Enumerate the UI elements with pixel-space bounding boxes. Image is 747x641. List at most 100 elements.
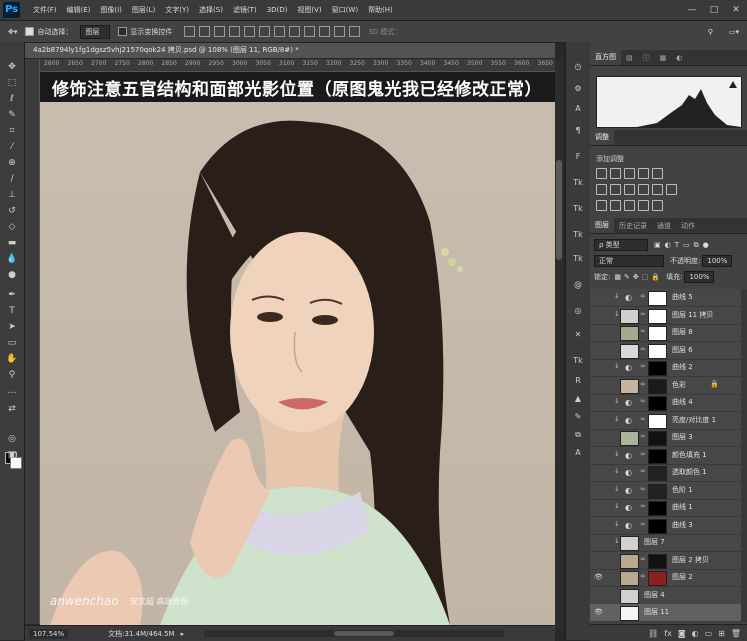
eyedropper-tool-icon[interactable]: ⁄ [4, 140, 20, 154]
distribute-left-icon[interactable] [319, 26, 331, 37]
menu-item[interactable]: 帮助(H) [363, 5, 398, 15]
menu-item[interactable]: 3D(D) [262, 6, 293, 14]
layer-thumbnail[interactable] [620, 588, 639, 604]
add-mask-icon[interactable]: ◙ [678, 629, 686, 638]
layer-thumbnail[interactable] [620, 326, 639, 341]
more-tools-icon[interactable]: … [4, 384, 20, 398]
visibility-eye-icon[interactable] [594, 293, 602, 301]
quick-select-tool-icon[interactable]: ✎ [4, 108, 20, 122]
layer-thumbnail[interactable] [620, 536, 639, 551]
layer-thumbnail[interactable] [620, 571, 639, 586]
clone-stamp-tool-icon[interactable]: ⊥ [4, 188, 20, 202]
spiral-panel-icon[interactable]: @ [570, 278, 586, 292]
tools-cross-panel-icon[interactable]: ✕ [570, 328, 586, 342]
layer-row[interactable]: ↓ ◐ ∞ 选取颜色 1 [590, 464, 741, 482]
layer-mask-thumbnail[interactable] [648, 343, 667, 359]
align-vcenter-icon[interactable] [199, 26, 211, 37]
layer-row[interactable]: ∞ 图层 8 [590, 324, 741, 342]
visibility-eye-icon[interactable] [594, 328, 602, 336]
levels-adjust-icon[interactable] [610, 168, 621, 179]
mask-link-icon[interactable]: ∞ [640, 380, 646, 388]
move-tool-icon[interactable]: ✥▾ [8, 28, 17, 36]
healing-brush-tool-icon[interactable]: ⊕ [4, 156, 20, 170]
layer-filter-dropdown[interactable]: ρ 类型 [594, 239, 648, 251]
gradient-tool-icon[interactable]: ▬ [4, 236, 20, 250]
layer-row[interactable]: 图层 4 [590, 587, 741, 605]
visibility-eye-icon[interactable] [594, 503, 602, 511]
visibility-eye-icon[interactable] [594, 381, 602, 389]
canvas-vertical-scroll-thumb[interactable] [556, 160, 562, 260]
tab-navigator-icon[interactable]: ▤ [621, 54, 638, 62]
3d-panel-icon[interactable]: ▲ [570, 392, 586, 406]
zoom-field[interactable]: 107.54% [29, 628, 69, 639]
tab-history[interactable]: 历史记录 [614, 221, 652, 231]
visibility-eye-icon[interactable] [594, 363, 602, 371]
tk-color-panel-icon[interactable]: Tk [570, 202, 586, 216]
layer-thumbnail[interactable] [620, 343, 639, 359]
layer-mask-thumbnail[interactable] [648, 361, 667, 376]
visibility-eye-icon[interactable] [594, 451, 602, 459]
layer-mask-thumbnail[interactable] [648, 501, 667, 516]
paragraph-panel-icon[interactable]: ¶ [570, 124, 586, 138]
mask-link-icon[interactable]: ∞ [640, 415, 646, 423]
threshold-adjust-icon[interactable] [624, 200, 635, 211]
new-adjustment-icon[interactable]: ◐ [692, 629, 699, 638]
layer-style-icon[interactable]: fx [664, 629, 672, 638]
layer-row[interactable]: ↓ ◐ ∞ 亮度/对比度 1 [590, 412, 741, 430]
tk-panel-icon[interactable]: Tk [570, 176, 586, 190]
pen-tool-icon[interactable]: ✒ [4, 288, 20, 302]
layer-mask-thumbnail[interactable] [648, 483, 667, 499]
lock-transparency-icon[interactable]: ▦ [614, 273, 621, 281]
filter-shape-icon[interactable]: ▭ [683, 241, 690, 249]
auto-select-target-dropdown[interactable]: 图层 [80, 24, 111, 39]
layer-row[interactable]: ↓ ∞ 图层 11 拷贝 [590, 307, 741, 325]
menu-item[interactable]: 滤镜(T) [228, 5, 262, 15]
opacity-field[interactable]: 100% [702, 255, 733, 267]
quick-mask-icon[interactable]: ◎ [4, 432, 20, 446]
visibility-eye-icon[interactable] [594, 346, 602, 354]
path-select-tool-icon[interactable]: ➤ [4, 320, 20, 334]
r-panel-icon[interactable]: R [570, 374, 586, 388]
new-layer-icon[interactable]: ⊞ [718, 629, 725, 638]
visibility-eye-icon[interactable] [594, 486, 602, 494]
filter-pixel-icon[interactable]: ▣ [654, 241, 661, 249]
canvas-vertical-scrollbar[interactable] [555, 59, 563, 629]
dodge-tool-icon[interactable]: ● [4, 268, 20, 282]
new-group-icon[interactable]: ▭ [705, 629, 713, 638]
layer-thumbnail[interactable] [620, 308, 639, 324]
mask-link-icon[interactable]: ∞ [640, 310, 646, 318]
filter-type-icon[interactable]: T [675, 241, 679, 249]
search-icon[interactable]: ⚲ [708, 28, 713, 36]
mask-link-icon[interactable]: ∞ [640, 432, 646, 440]
layer-thumbnail[interactable] [620, 553, 639, 569]
layer-row[interactable]: ↓ 图层 7 [590, 534, 741, 552]
mask-link-icon[interactable]: ∞ [640, 572, 646, 580]
hue-adjust-icon[interactable] [596, 184, 607, 195]
menu-item[interactable]: 窗口(W) [327, 5, 363, 15]
curves-adjust-icon[interactable] [624, 168, 635, 179]
tab-color-icon[interactable]: ◐ [671, 54, 687, 62]
layer-row[interactable]: ∞ 图层 2 拷贝 [590, 552, 741, 570]
layer-mask-thumbnail[interactable] [648, 431, 667, 446]
mask-link-icon[interactable]: ∞ [640, 555, 646, 563]
visibility-eye-icon[interactable]: 👁 [594, 573, 603, 581]
mask-link-icon[interactable]: ∞ [640, 485, 646, 493]
type-tool-icon[interactable]: T [4, 304, 20, 318]
mask-link-icon[interactable]: ∞ [640, 327, 646, 335]
tab-actions[interactable]: 动作 [676, 221, 700, 231]
document-canvas[interactable]: 修饰注意五官结构和面部光影位置（原图鬼光我已经修改正常） anwenchao 安… [40, 72, 555, 625]
lock-artboard-icon[interactable]: ⬚ [642, 273, 649, 281]
layer-mask-thumbnail[interactable] [648, 396, 667, 411]
align-bottom-icon[interactable] [214, 26, 226, 37]
canvas-horizontal-scroll-thumb[interactable] [334, 631, 395, 636]
layer-row[interactable]: ↓ ◐ ∞ 曲线 2 [590, 359, 741, 377]
layer-mask-thumbnail[interactable] [648, 308, 667, 324]
tab-adjustments[interactable]: 调整 [590, 130, 614, 145]
channel-mixer-adjust-icon[interactable] [652, 184, 663, 195]
invert-adjust-icon[interactable] [596, 200, 607, 211]
clone-source-panel-icon[interactable]: ⧉ [570, 428, 586, 442]
layer-thumbnail[interactable] [620, 606, 639, 621]
mask-link-icon[interactable]: ∞ [640, 502, 646, 510]
color-lookup-adjust-icon[interactable] [666, 184, 677, 195]
character-panel-icon[interactable]: A [570, 102, 586, 116]
